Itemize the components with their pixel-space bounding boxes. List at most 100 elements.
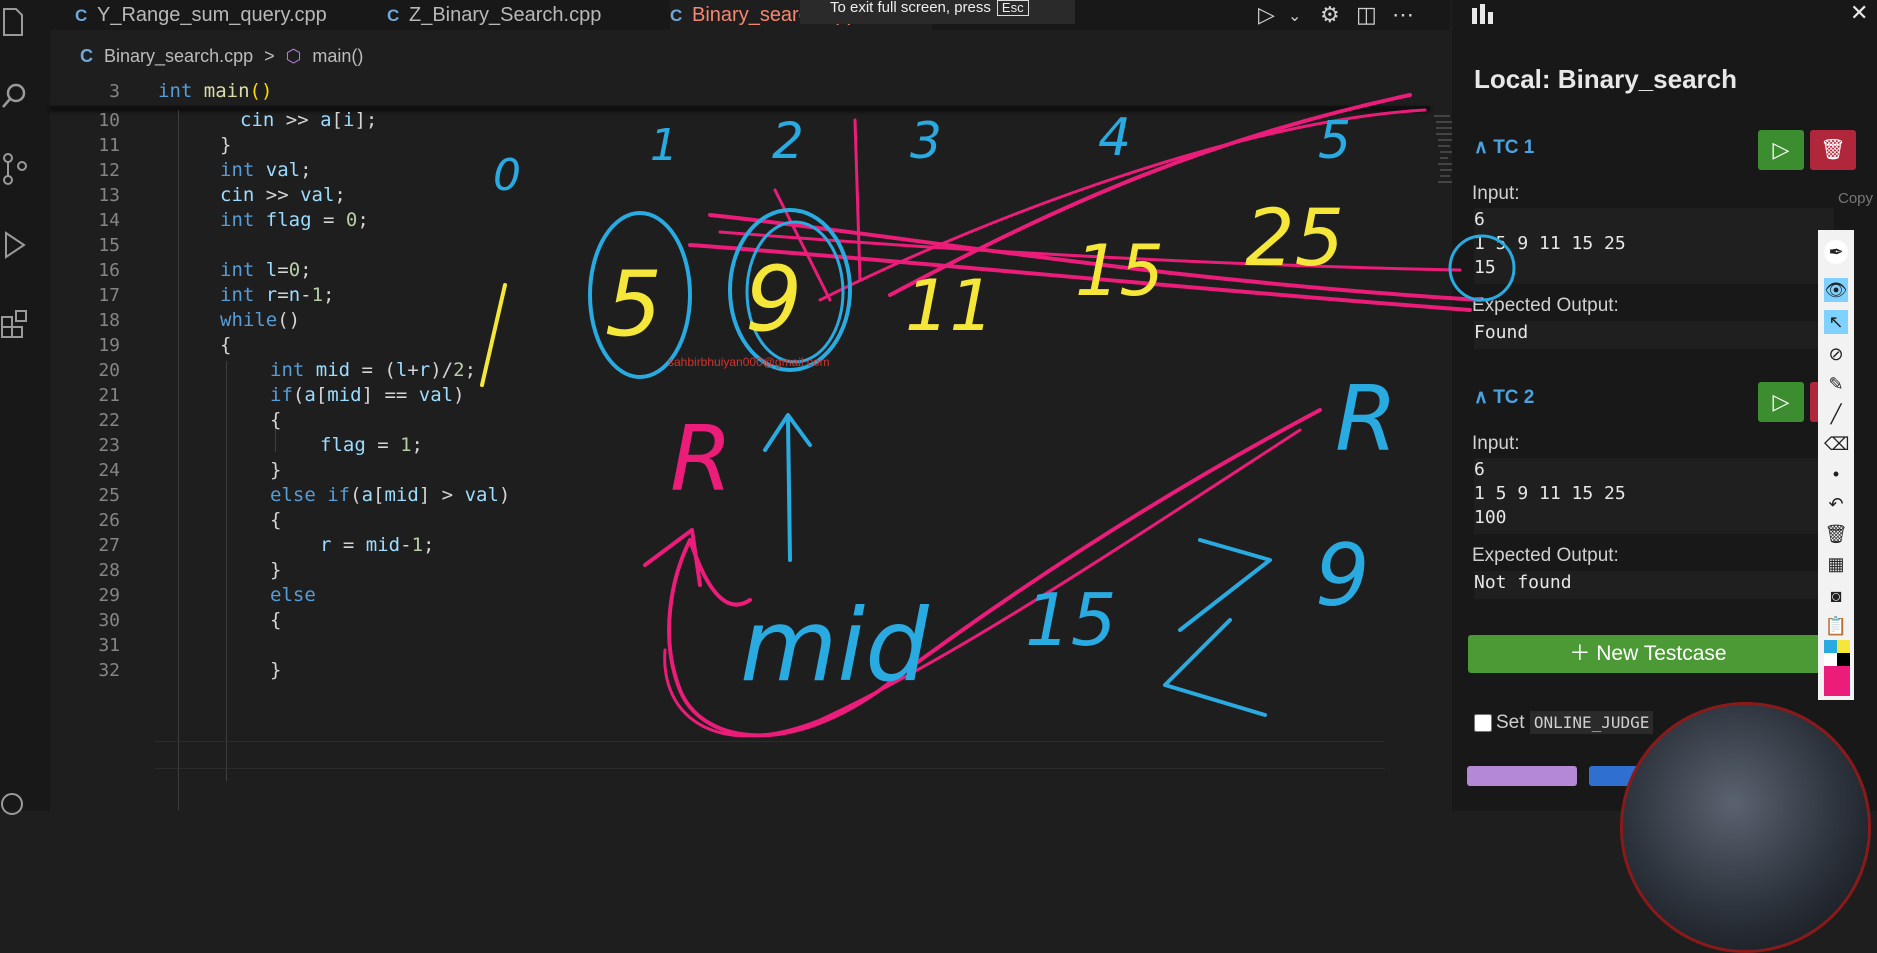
delete-testcase-button[interactable]: 🗑 <box>1810 130 1856 170</box>
search-icon[interactable] <box>0 80 30 114</box>
expected-output-label: Expected Output: <box>1472 545 1619 566</box>
line-number: 11 <box>98 135 120 156</box>
tab-bar: C Y_Range_sum_query.cpp C Z_Binary_Search.… <box>50 0 1450 30</box>
line-number: 20 <box>98 360 120 381</box>
cube-icon: ⬡ <box>285 46 302 66</box>
online-judge-checkbox[interactable] <box>1474 713 1492 732</box>
account-icon[interactable] <box>0 790 30 824</box>
tab-z-binary-search[interactable]: C Z_Binary_Search.cpp <box>387 0 601 30</box>
code-line[interactable]: { <box>270 409 281 431</box>
sticky-line[interactable]: int main() <box>158 80 272 102</box>
trash-icon[interactable]: 🗑 <box>1824 522 1848 546</box>
input-field[interactable]: 6 1 5 9 11 15 25 100 <box>1474 458 1834 534</box>
copy-button[interactable]: Copy <box>1838 190 1873 207</box>
clipboard-icon[interactable]: 📋 <box>1824 614 1848 638</box>
line-number: 13 <box>98 185 120 206</box>
line-number: 18 <box>98 310 120 331</box>
cursor-icon[interactable]: ↖ <box>1824 310 1848 334</box>
run-icon[interactable]: ▷ <box>1258 2 1275 28</box>
line-number: 29 <box>98 585 120 606</box>
testcase-name: TC 2 <box>1493 387 1535 408</box>
code-line[interactable]: int val; <box>220 159 312 181</box>
line-icon[interactable]: ╱ <box>1824 402 1848 426</box>
line-number: 24 <box>98 460 120 481</box>
fullscreen-banner: To exit full screen, press Esc <box>800 0 1075 24</box>
expected-output-label: Expected Output: <box>1472 295 1619 316</box>
code-editor[interactable]: 3 int main() 10 cin >> a[i]; 11} 12 int val;… <box>50 76 1500 811</box>
testcase-panel: ✕ Local: Binary_search ∧ TC 1 ▷ 🗑 Copy I… <box>1452 0 1877 811</box>
gear-icon[interactable]: ⚙ <box>1320 2 1340 28</box>
chart-bar-icon[interactable] <box>1470 2 1496 33</box>
code-line[interactable]: while() <box>220 309 300 331</box>
code-line[interactable]: { <box>270 609 281 631</box>
dot-icon[interactable]: • <box>1824 462 1848 486</box>
code-line[interactable]: } <box>270 659 281 681</box>
line-number: 32 <box>98 660 120 681</box>
line-number: 10 <box>98 110 120 131</box>
code-line[interactable]: int mid = (l+r)/2; <box>270 359 476 381</box>
line-number: 25 <box>98 485 120 506</box>
expected-output-field[interactable]: Not found <box>1474 571 1834 599</box>
breadcrumb-file[interactable]: Binary_search.cpp <box>104 46 253 66</box>
code-line[interactable]: } <box>270 559 281 581</box>
hide-icon[interactable]: ⊘ <box>1824 342 1848 366</box>
code-line[interactable]: cin >> a[i]; <box>240 109 377 131</box>
tab-label: Z_Binary_Search.cpp <box>409 4 602 26</box>
close-icon[interactable]: ✕ <box>1850 0 1868 26</box>
chevron-down-icon[interactable]: ⌄ <box>1288 6 1301 26</box>
pen-icon[interactable]: ✒ <box>1824 240 1848 264</box>
code-line[interactable]: int l=0; <box>220 259 312 281</box>
current-line-highlight <box>155 741 1385 769</box>
code-line[interactable]: } <box>220 134 231 156</box>
esc-key: Esc <box>996 0 1029 16</box>
code-line[interactable]: int flag = 0; <box>220 209 369 231</box>
play-icon: ▷ <box>1772 137 1790 162</box>
new-testcase-button[interactable]: ＋ New Testcase <box>1468 635 1828 673</box>
line-number: 14 <box>98 210 120 231</box>
more-actions-icon[interactable]: ⋯ <box>1392 2 1414 28</box>
tab-y-range-sum-query[interactable]: C Y_Range_sum_query.cpp <box>75 0 327 30</box>
run-testcase-button[interactable]: ▷ <box>1758 382 1804 422</box>
line-number: 15 <box>98 235 120 256</box>
line-number: 27 <box>98 535 120 556</box>
explorer-icon[interactable] <box>0 5 30 39</box>
undo-icon[interactable]: ↶ <box>1824 492 1848 516</box>
input-label: Input: <box>1472 433 1520 454</box>
breadcrumb-separator: > <box>264 46 275 66</box>
code-line[interactable]: { <box>270 509 281 531</box>
code-line[interactable]: cin >> val; <box>220 184 346 206</box>
board-icon[interactable]: ▦ <box>1824 552 1848 576</box>
code-line[interactable]: } <box>270 459 281 481</box>
extensions-icon[interactable] <box>0 305 30 339</box>
split-editor-icon[interactable]: ◫ <box>1356 2 1377 28</box>
submit-button[interactable] <box>1467 766 1577 786</box>
run-testcase-button[interactable]: ▷ <box>1758 130 1804 170</box>
code-line[interactable]: else if(a[mid] > val) <box>270 484 510 506</box>
code-line[interactable]: else <box>270 584 316 606</box>
indent-guide <box>226 361 227 781</box>
trash-icon: 🗑 <box>1820 139 1846 161</box>
code-line[interactable]: { <box>220 334 231 356</box>
code-line[interactable]: int r=n-1; <box>220 284 335 306</box>
testcase-header-1[interactable]: ∧ TC 1 <box>1474 136 1534 159</box>
breadcrumb-symbol[interactable]: main() <box>312 46 363 66</box>
chevron-up-icon: ∧ <box>1474 137 1494 158</box>
highlighter-icon[interactable]: ✎ <box>1824 372 1848 396</box>
cpp-icon: C <box>387 6 400 25</box>
line-number: 21 <box>98 385 120 406</box>
color-palette[interactable] <box>1824 640 1850 696</box>
eraser-icon[interactable]: ⌫ <box>1824 432 1849 456</box>
camera-icon[interactable]: ◙ <box>1824 584 1848 608</box>
source-control-icon[interactable] <box>0 152 30 186</box>
webcam-overlay <box>1620 702 1871 953</box>
run-debug-icon[interactable] <box>0 228 30 262</box>
expected-output-field[interactable]: Found <box>1474 321 1834 349</box>
eye-icon[interactable]: 👁 <box>1824 278 1848 302</box>
indent-guide <box>178 110 179 810</box>
code-line[interactable]: r = mid-1; <box>320 534 434 556</box>
input-field[interactable]: 6 1 5 9 11 15 25 15 <box>1474 208 1834 284</box>
testcase-header-2[interactable]: ∧ TC 2 <box>1474 386 1534 409</box>
code-line[interactable]: if(a[mid] == val) <box>270 384 465 406</box>
code-line[interactable]: flag = 1; <box>320 434 423 456</box>
line-number: 31 <box>98 635 120 656</box>
